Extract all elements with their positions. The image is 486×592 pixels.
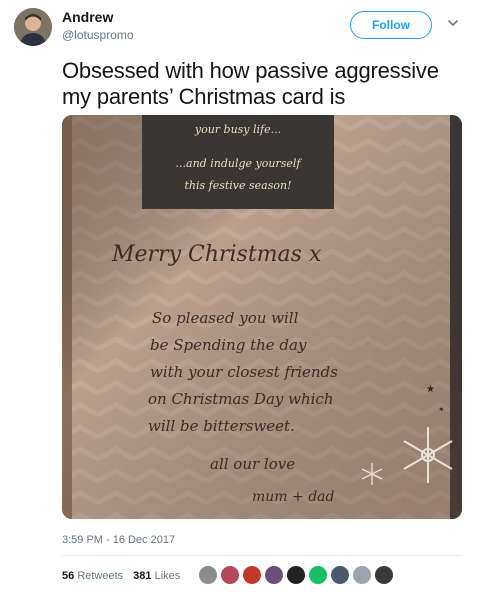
card-message-line-1: So pleased you will xyxy=(152,309,299,327)
liker-avatar-4[interactable] xyxy=(265,566,283,584)
card-message-line-2: be Spending the day xyxy=(150,336,307,354)
liker-avatars xyxy=(199,566,393,584)
retweets-label: Retweets xyxy=(77,570,124,582)
tweet-photo[interactable]: your busy life... ...and indulge yoursel… xyxy=(62,115,462,519)
liker-avatar-1[interactable] xyxy=(199,566,217,584)
timestamp[interactable]: 3:59 PM - 16 Dec 2017 xyxy=(62,534,175,546)
card-box-line-1: your busy life... xyxy=(194,123,281,136)
liker-avatar-8[interactable] xyxy=(353,566,371,584)
liker-avatar-6[interactable] xyxy=(309,566,327,584)
engagement-stats: 56 Retweets 381 Likes xyxy=(62,570,180,582)
liker-avatar-7[interactable] xyxy=(331,566,349,584)
tweet: Andrew @lotuspromo Follow Obsessed with … xyxy=(0,0,486,592)
liker-avatar-2[interactable] xyxy=(221,566,239,584)
star-icon: ★ xyxy=(426,384,435,395)
retweets-count: 56 xyxy=(62,570,75,582)
avatar[interactable] xyxy=(14,8,52,46)
card-greeting: Merry Christmas x xyxy=(111,242,322,267)
user-handle[interactable]: @lotuspromo xyxy=(62,28,134,42)
card-sign-off-2: mum + dad xyxy=(252,489,335,505)
card-message-line-3: with your closest friends xyxy=(150,363,338,381)
retweets-stat[interactable]: 56 Retweets xyxy=(62,570,123,582)
likes-count: 381 xyxy=(133,570,152,582)
card-message-line-5: will be bittersweet. xyxy=(148,417,295,435)
follow-button[interactable]: Follow xyxy=(350,11,432,39)
liker-avatar-9[interactable] xyxy=(375,566,393,584)
likes-label: Likes xyxy=(154,570,181,582)
chevron-down-icon[interactable] xyxy=(444,14,462,32)
card-sign-off-1: all our love xyxy=(210,455,295,473)
card-message-line-4: on Christmas Day which xyxy=(148,390,334,408)
star-icon: ✶ xyxy=(438,405,445,414)
liker-avatar-3[interactable] xyxy=(243,566,261,584)
tweet-text: Obsessed with how passive aggressive my … xyxy=(62,58,439,109)
divider xyxy=(62,555,462,556)
user-name[interactable]: Andrew xyxy=(62,9,113,25)
card-box-line-2: ...and indulge yourself xyxy=(176,157,303,170)
likes-stat[interactable]: 381 Likes xyxy=(133,570,180,582)
liker-avatar-5[interactable] xyxy=(287,566,305,584)
card-box-line-3: this festive season! xyxy=(184,179,291,192)
